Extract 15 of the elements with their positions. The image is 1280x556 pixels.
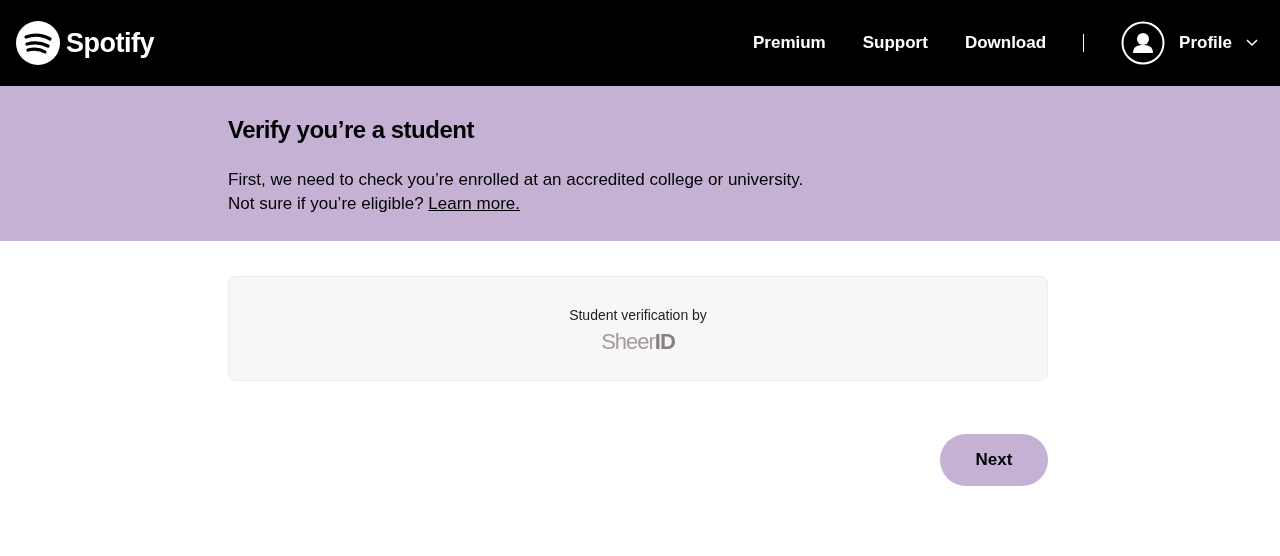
nav-link[interactable]: Download (964, 33, 1047, 53)
profile-menu-button[interactable]: Profile (1121, 21, 1264, 65)
user-avatar-icon (1121, 21, 1166, 65)
page-title: Verify you’re a student (228, 116, 476, 144)
nav-link[interactable]: Premium (752, 33, 826, 53)
sheerid-logo: SheerID (601, 329, 675, 355)
banner-text: First, we need to check you’re enrolled at an accredited college or university. (228, 169, 805, 191)
next-button[interactable]: Next (940, 434, 1048, 486)
verification-caption: Student verification by (569, 307, 707, 323)
nav-link[interactable]: Support (862, 33, 928, 53)
learn-more-link[interactable]: Learn more. (428, 194, 520, 213)
spotify-logo-icon (16, 21, 60, 65)
eligibility-text: Not sure if you’re eligible? (228, 194, 424, 213)
spotify-wordmark[interactable]: Spotify (66, 27, 154, 59)
chevron-down-icon (1246, 39, 1258, 47)
